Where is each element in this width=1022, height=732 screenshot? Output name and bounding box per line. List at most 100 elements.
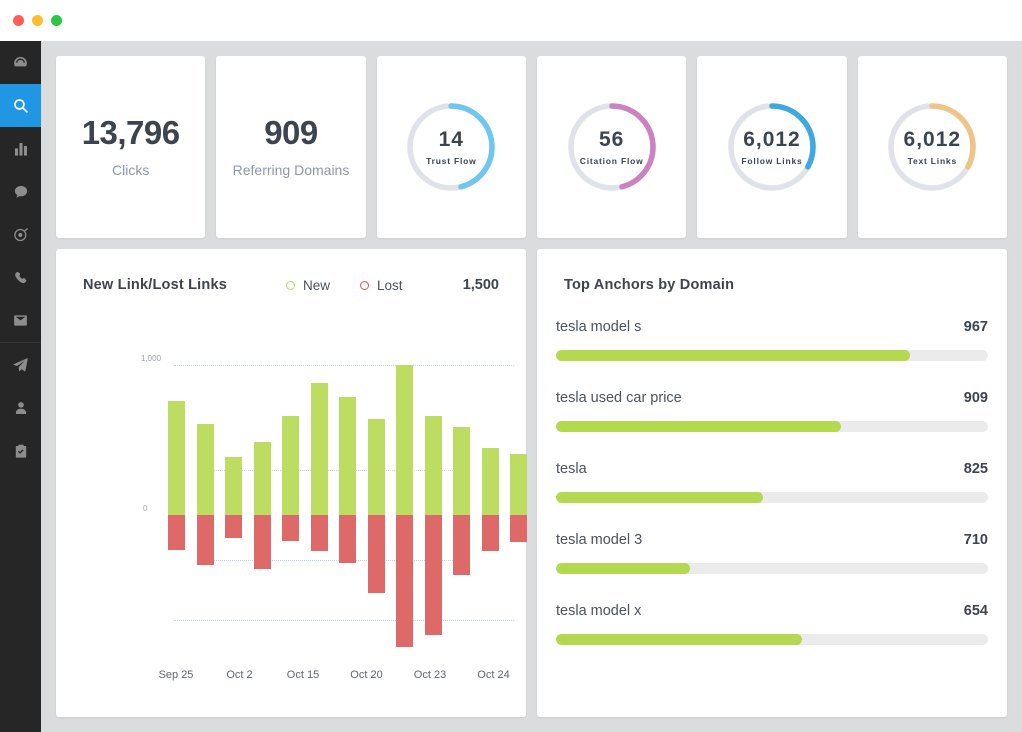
stat-card-row: 13,796 Clicks 909 Referring Domains 14 Trust … (56, 56, 1007, 238)
chat-bubble-icon (13, 184, 29, 200)
dashboard-icon (12, 54, 29, 71)
chart-gridline (211, 470, 461, 471)
bar-lost (481, 515, 499, 551)
bar-lost (253, 515, 271, 569)
anchor-progress-track (556, 421, 988, 432)
anchor-progress-fill (556, 563, 690, 574)
chart-gridline (211, 560, 461, 561)
stat-card-trust-flow[interactable]: 14 Trust Flow (376, 56, 526, 238)
bar-chart: 1,000 0 Sep 25 Oct 2 Oct 15 Oct 20 Oct 23 Oct 2… (56, 249, 573, 717)
anchor-row[interactable]: tesla model s 967 (556, 319, 988, 361)
bar-chart-icon (13, 141, 29, 157)
x-axis-tick-label: Oct 2 (226, 669, 253, 681)
stat-card-referring-domains[interactable]: 909 Referring Domains (216, 56, 366, 238)
bar-lost (367, 515, 385, 593)
anchor-list: tesla model s 967 tesla used car price 909 t… (556, 319, 988, 674)
donut-chart: 6,012 Text Links (884, 99, 980, 195)
window-controls (13, 15, 62, 26)
anchor-name: tesla used car price (556, 390, 682, 406)
anchor-value: 909 (963, 390, 988, 406)
anchor-row[interactable]: tesla used car price 909 (556, 390, 988, 432)
sidebar-item-contacts[interactable] (0, 386, 41, 429)
target-icon (13, 227, 29, 243)
stat-card-text-links[interactable]: 6,012 Text Links (857, 56, 1007, 238)
donut-value: 14 (438, 127, 464, 151)
paper-plane-icon (12, 356, 29, 373)
chart-gridline (174, 620, 514, 621)
donut-label: Trust Flow (426, 155, 477, 166)
anchor-name: tesla model 3 (556, 532, 643, 548)
anchor-progress-fill (556, 492, 764, 503)
anchor-progress-fill (556, 350, 911, 361)
anchor-progress-track (556, 634, 988, 645)
stat-label: Referring Domains (232, 162, 350, 178)
donut-label: Follow Links (741, 155, 803, 166)
stat-card-citation-flow[interactable]: 56 Citation Flow (536, 56, 687, 238)
panel-row: New Link/Lost Links New Lost 1,500 1,000… (56, 249, 1007, 717)
clipboard-icon (13, 443, 29, 459)
donut-chart: 14 Trust Flow (403, 99, 499, 195)
anchor-name: tesla model s (556, 319, 642, 335)
sidebar-item-dashboard[interactable] (0, 41, 41, 84)
bar-lost (196, 515, 214, 565)
sidebar-item-email[interactable] (0, 299, 41, 342)
bar-new (282, 416, 299, 515)
stat-value: 13,796 (81, 114, 180, 151)
anchor-row[interactable]: tesla model x 654 (556, 603, 988, 645)
stat-card-clicks[interactable]: 13,796 Clicks (56, 56, 206, 238)
anchor-row[interactable]: tesla model 3 710 (556, 532, 988, 574)
bar-new (510, 453, 527, 515)
anchor-progress-track (556, 492, 988, 503)
anchor-name: tesla model x (556, 603, 642, 619)
bar-new (424, 416, 442, 515)
anchor-name: tesla (556, 461, 587, 477)
anchor-value: 710 (963, 532, 988, 548)
donut-chart: 56 Citation Flow (564, 99, 660, 195)
stat-card-follow-links[interactable]: 6,012 Follow Links (697, 56, 847, 238)
x-axis-tick-label: Oct 15 (286, 669, 320, 681)
bar-lost (396, 515, 413, 647)
donut-chart: 6,012 Follow Links (724, 99, 820, 195)
anchor-progress-fill (556, 634, 803, 645)
bar-new (196, 423, 214, 515)
donut-value: 6,012 (903, 127, 962, 151)
bar-lost (282, 515, 299, 541)
anchor-value: 967 (963, 319, 988, 335)
window-titlebar (0, 0, 1022, 41)
x-axis-tick-label: Oct 23 (413, 669, 447, 681)
donut-label: Text Links (907, 155, 957, 166)
search-icon (12, 97, 29, 114)
panel-title-top-anchors: Top Anchors by Domain (564, 277, 735, 293)
maximize-button[interactable] (51, 15, 62, 26)
bar-new (310, 383, 328, 515)
y-axis-tick-label: 1,000 (141, 354, 162, 363)
top-anchors-panel: Top Anchors by Domain tesla model s 967 te… (537, 249, 1007, 717)
bar-lost (424, 515, 442, 635)
close-button[interactable] (13, 15, 24, 26)
minimize-button[interactable] (32, 15, 43, 26)
sidebar-item-campaigns[interactable] (0, 213, 41, 256)
bar-new (225, 456, 242, 515)
main-content: 13,796 Clicks 909 Referring Domains 14 Trust … (41, 41, 1022, 732)
donut-value: 6,012 (743, 127, 801, 151)
donut-value: 56 (598, 127, 625, 151)
sidebar-item-tasks[interactable] (0, 429, 41, 472)
anchor-row[interactable]: tesla 825 (556, 461, 988, 503)
sidebar-item-search[interactable] (0, 84, 41, 127)
y-axis-tick-label: 0 (143, 504, 148, 513)
stat-label: Clicks (111, 162, 150, 178)
bar-lost (168, 515, 185, 550)
sidebar-item-calls[interactable] (0, 256, 41, 299)
sidebar-item-send[interactable] (0, 343, 41, 386)
sidebar-item-messages[interactable] (0, 170, 41, 213)
person-icon (13, 400, 29, 416)
x-axis-tick-label: Oct 24 (477, 669, 510, 681)
sidebar-item-analytics[interactable] (0, 127, 41, 170)
bar-new (339, 396, 356, 515)
bar-lost (225, 515, 242, 538)
bar-lost (453, 515, 470, 575)
new-lost-links-panel: New Link/Lost Links New Lost 1,500 1,000… (56, 249, 573, 717)
bar-lost (510, 515, 527, 542)
anchor-value: 654 (963, 603, 988, 619)
anchor-value: 825 (963, 461, 988, 477)
